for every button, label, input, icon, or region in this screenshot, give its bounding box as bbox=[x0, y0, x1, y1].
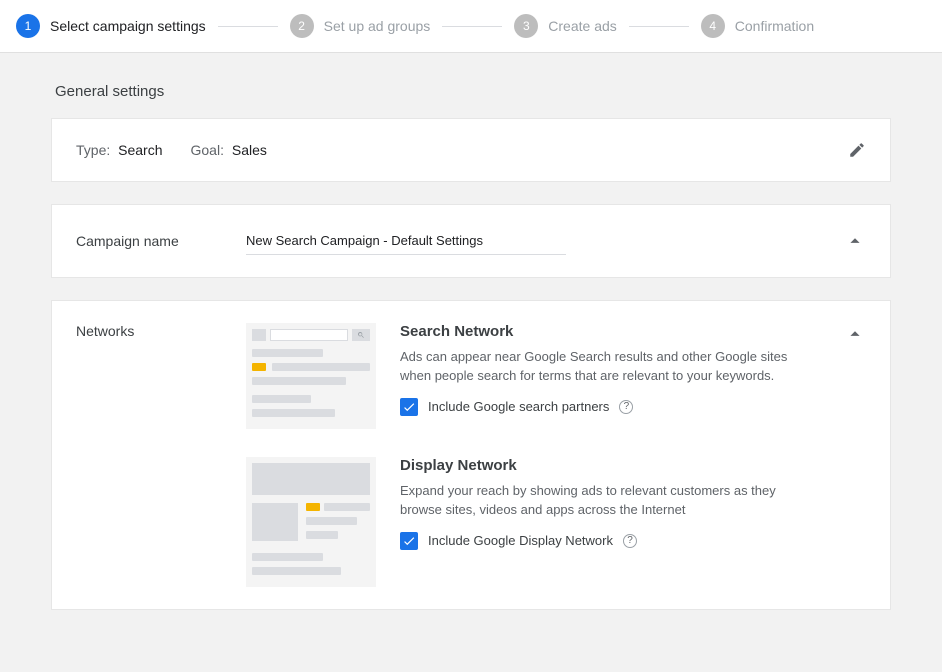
goal-value: Sales bbox=[232, 142, 267, 158]
campaign-name-card: Campaign name bbox=[51, 204, 891, 278]
display-network-label: Include Google Display Network bbox=[428, 533, 613, 548]
step-1[interactable]: 1 Select campaign settings bbox=[16, 14, 206, 38]
step-3[interactable]: 3 Create ads bbox=[514, 14, 616, 38]
step-label: Confirmation bbox=[735, 18, 814, 34]
search-network-block: Search Network Ads can appear near Googl… bbox=[246, 323, 844, 429]
display-network-block: Display Network Expand your reach by sho… bbox=[246, 457, 844, 587]
campaign-name-input[interactable] bbox=[246, 227, 566, 255]
summary-card: Type: Search Goal: Sales bbox=[51, 118, 891, 182]
type-field: Type: Search bbox=[76, 142, 163, 158]
search-network-title: Search Network bbox=[400, 323, 800, 340]
goal-field: Goal: Sales bbox=[191, 142, 267, 158]
search-network-illustration bbox=[246, 323, 376, 429]
help-icon[interactable]: ? bbox=[619, 400, 633, 414]
chevron-up-icon[interactable] bbox=[844, 323, 866, 345]
step-label: Select campaign settings bbox=[50, 18, 206, 34]
step-number: 2 bbox=[290, 14, 314, 38]
section-title: General settings bbox=[55, 83, 891, 100]
step-4[interactable]: 4 Confirmation bbox=[701, 14, 814, 38]
step-label: Create ads bbox=[548, 18, 616, 34]
display-network-title: Display Network bbox=[400, 457, 800, 474]
chevron-up-icon[interactable] bbox=[844, 230, 866, 252]
step-number: 3 bbox=[514, 14, 538, 38]
search-partners-checkbox[interactable] bbox=[400, 398, 418, 416]
display-network-checkbox[interactable] bbox=[400, 532, 418, 550]
pencil-icon[interactable] bbox=[848, 141, 866, 159]
step-number: 4 bbox=[701, 14, 725, 38]
display-network-illustration bbox=[246, 457, 376, 587]
step-2[interactable]: 2 Set up ad groups bbox=[290, 14, 431, 38]
step-label: Set up ad groups bbox=[324, 18, 431, 34]
search-partners-label: Include Google search partners bbox=[428, 399, 609, 414]
stepper: 1 Select campaign settings 2 Set up ad g… bbox=[0, 0, 942, 53]
help-icon[interactable]: ? bbox=[623, 534, 637, 548]
step-connector bbox=[218, 26, 278, 27]
step-connector bbox=[629, 26, 689, 27]
type-value: Search bbox=[118, 142, 162, 158]
search-network-desc: Ads can appear near Google Search result… bbox=[400, 348, 800, 386]
campaign-name-label: Campaign name bbox=[76, 233, 246, 249]
networks-card: Networks Search Network bbox=[51, 300, 891, 610]
type-label: Type: bbox=[76, 142, 110, 158]
step-connector bbox=[442, 26, 502, 27]
goal-label: Goal: bbox=[191, 142, 224, 158]
step-number: 1 bbox=[16, 14, 40, 38]
networks-label: Networks bbox=[76, 323, 246, 339]
display-network-desc: Expand your reach by showing ads to rele… bbox=[400, 482, 800, 520]
